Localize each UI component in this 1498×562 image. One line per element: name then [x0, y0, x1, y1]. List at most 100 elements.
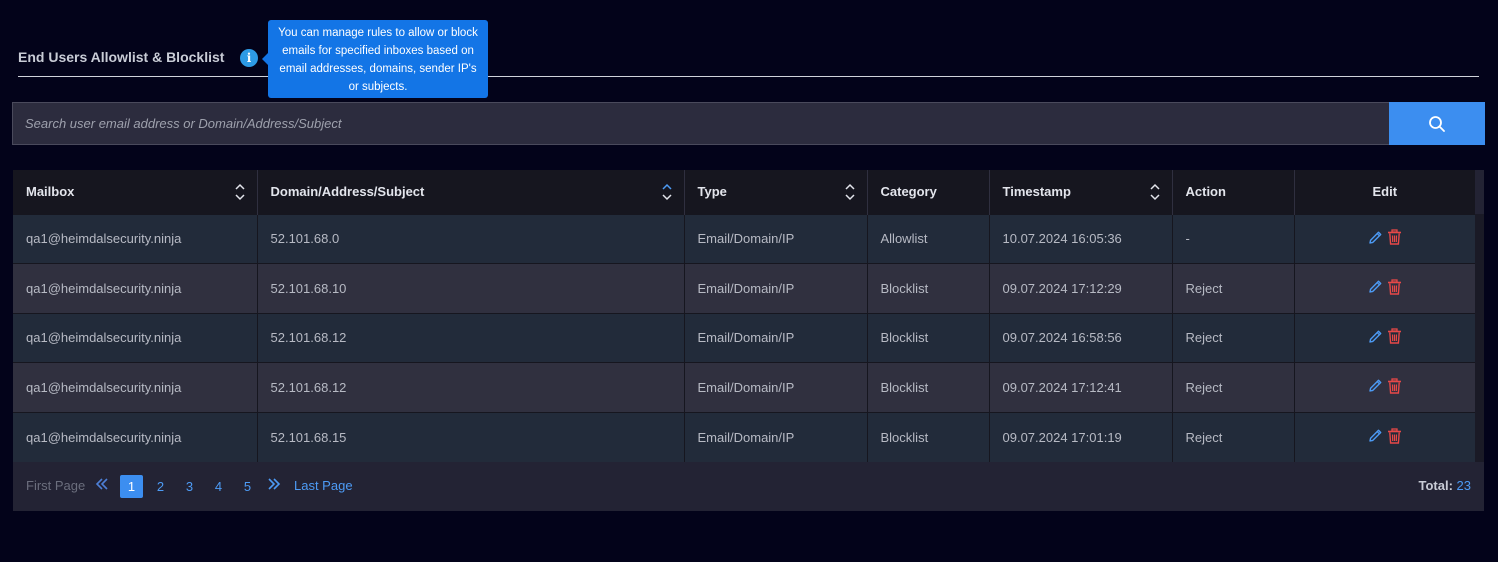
- cell-action: Reject: [1172, 362, 1295, 412]
- cell-domain: 52.101.68.12: [257, 362, 685, 412]
- cell-domain: 52.101.68.15: [257, 411, 685, 462]
- sort-icon[interactable]: [661, 182, 672, 202]
- column-header-label: Type: [697, 184, 727, 200]
- page-number-button[interactable]: 2: [149, 475, 172, 498]
- cell-category: Blocklist: [867, 263, 990, 313]
- cell-edit: [1294, 411, 1476, 462]
- pencil-icon: [1368, 429, 1381, 442]
- cell-action: Reject: [1172, 263, 1295, 313]
- cell-domain: 52.101.68.10: [257, 263, 685, 313]
- cell-timestamp: 09.07.2024 17:01:19: [989, 411, 1173, 462]
- cell-category: Blocklist: [867, 411, 990, 462]
- tooltip-text: You can manage rules to allow or block e…: [278, 27, 478, 93]
- trash-icon: [1387, 279, 1401, 295]
- column-header: Edit: [1294, 170, 1475, 214]
- info-icon[interactable]: i: [240, 49, 258, 67]
- column-header[interactable]: Timestamp: [989, 170, 1173, 214]
- cell-type: Email/Domain/IP: [684, 263, 868, 313]
- edit-button[interactable]: [1368, 329, 1383, 347]
- sort-icon[interactable]: [844, 182, 855, 202]
- table-row: qa1@heimdalsecurity.ninja 52.101.68.0 Emai…: [13, 213, 1476, 264]
- sort-icon[interactable]: [1149, 182, 1160, 202]
- table-row: qa1@heimdalsecurity.ninja 52.101.68.15 Ema…: [13, 411, 1476, 462]
- cell-mailbox: qa1@heimdalsecurity.ninja: [13, 362, 258, 412]
- page-number-button[interactable]: 5: [236, 475, 259, 498]
- pencil-icon: [1368, 330, 1381, 343]
- first-page-link[interactable]: First Page: [26, 478, 85, 493]
- edit-button[interactable]: [1368, 378, 1383, 396]
- cell-timestamp: 09.07.2024 17:12:29: [989, 263, 1173, 313]
- cell-edit: [1294, 263, 1476, 313]
- search-input[interactable]: [12, 102, 1389, 145]
- column-header[interactable]: Type: [684, 170, 868, 214]
- rules-table-container: Mailbox Domain/Address/Subject Type Categor…: [13, 170, 1484, 511]
- page-number-button[interactable]: 3: [178, 475, 201, 498]
- sort-icon[interactable]: [234, 182, 245, 202]
- total-count: Total: 23: [1418, 478, 1471, 493]
- column-header-label: Timestamp: [1002, 184, 1071, 200]
- delete-button[interactable]: [1387, 229, 1402, 248]
- column-header-label: Category: [880, 184, 937, 200]
- last-page-link[interactable]: Last Page: [294, 478, 353, 493]
- trash-icon: [1387, 378, 1401, 394]
- cell-category: Blocklist: [867, 362, 990, 412]
- pencil-icon: [1368, 231, 1381, 244]
- cell-type: Email/Domain/IP: [684, 213, 868, 264]
- cell-action: -: [1172, 213, 1295, 264]
- cell-edit: [1294, 312, 1476, 363]
- delete-button[interactable]: [1387, 427, 1402, 447]
- search-button[interactable]: [1389, 102, 1485, 145]
- column-header[interactable]: Domain/Address/Subject: [257, 170, 685, 214]
- cell-mailbox: qa1@heimdalsecurity.ninja: [13, 312, 258, 363]
- table-scrollbar[interactable]: [1475, 214, 1484, 462]
- cell-category: Allowlist: [867, 213, 990, 264]
- column-header: Category: [867, 170, 990, 214]
- table-header-row: Mailbox Domain/Address/Subject Type Categor…: [13, 170, 1475, 214]
- column-header-label: Domain/Address/Subject: [270, 184, 425, 200]
- cell-mailbox: qa1@heimdalsecurity.ninja: [13, 263, 258, 313]
- cell-action: Reject: [1172, 312, 1295, 363]
- pagination: First Page 12345 Last Page Total: 23: [13, 462, 1484, 511]
- trash-icon: [1387, 229, 1401, 245]
- edit-button[interactable]: [1368, 428, 1383, 446]
- table-row: qa1@heimdalsecurity.ninja 52.101.68.10 Ema…: [13, 263, 1476, 313]
- column-header: Action: [1172, 170, 1295, 214]
- pencil-icon: [1368, 280, 1381, 293]
- double-chevron-right-icon: [268, 478, 281, 490]
- cell-type: Email/Domain/IP: [684, 362, 868, 412]
- double-chevron-left-icon: [95, 478, 108, 490]
- page-number-button[interactable]: 4: [207, 475, 230, 498]
- cell-edit: [1294, 213, 1476, 264]
- trash-icon: [1387, 328, 1401, 344]
- edit-button[interactable]: [1368, 230, 1383, 248]
- total-label: Total:: [1418, 478, 1453, 493]
- delete-button[interactable]: [1387, 378, 1402, 397]
- total-value: 23: [1456, 478, 1471, 493]
- cell-action: Reject: [1172, 411, 1295, 462]
- trash-icon: [1387, 427, 1401, 444]
- search-icon: [1429, 115, 1445, 132]
- delete-button[interactable]: [1387, 279, 1402, 298]
- cell-timestamp: 10.07.2024 16:05:36: [989, 213, 1173, 264]
- cell-edit: [1294, 362, 1476, 412]
- page-number-button[interactable]: 1: [120, 475, 143, 498]
- pencil-icon: [1368, 379, 1381, 392]
- column-header-label: Action: [1185, 184, 1226, 200]
- edit-button[interactable]: [1368, 279, 1383, 297]
- column-header[interactable]: Mailbox: [13, 170, 258, 214]
- cell-mailbox: qa1@heimdalsecurity.ninja: [13, 411, 258, 462]
- cell-timestamp: 09.07.2024 17:12:41: [989, 362, 1173, 412]
- cell-type: Email/Domain/IP: [684, 411, 868, 462]
- column-header-label: Mailbox: [26, 184, 75, 200]
- next-page-button[interactable]: [267, 476, 281, 495]
- cell-domain: 52.101.68.0: [257, 213, 685, 264]
- cell-domain: 52.101.68.12: [257, 312, 685, 363]
- info-tooltip: You can manage rules to allow or block e…: [262, 20, 488, 98]
- delete-button[interactable]: [1387, 328, 1402, 347]
- cell-mailbox: qa1@heimdalsecurity.ninja: [13, 213, 258, 264]
- previous-page-button[interactable]: [95, 476, 109, 495]
- table-body: qa1@heimdalsecurity.ninja 52.101.68.0 Emai…: [13, 213, 1476, 462]
- cell-timestamp: 09.07.2024 16:58:56: [989, 312, 1173, 363]
- rules-table: Mailbox Domain/Address/Subject Type Categor…: [13, 170, 1476, 462]
- cell-category: Blocklist: [867, 312, 990, 363]
